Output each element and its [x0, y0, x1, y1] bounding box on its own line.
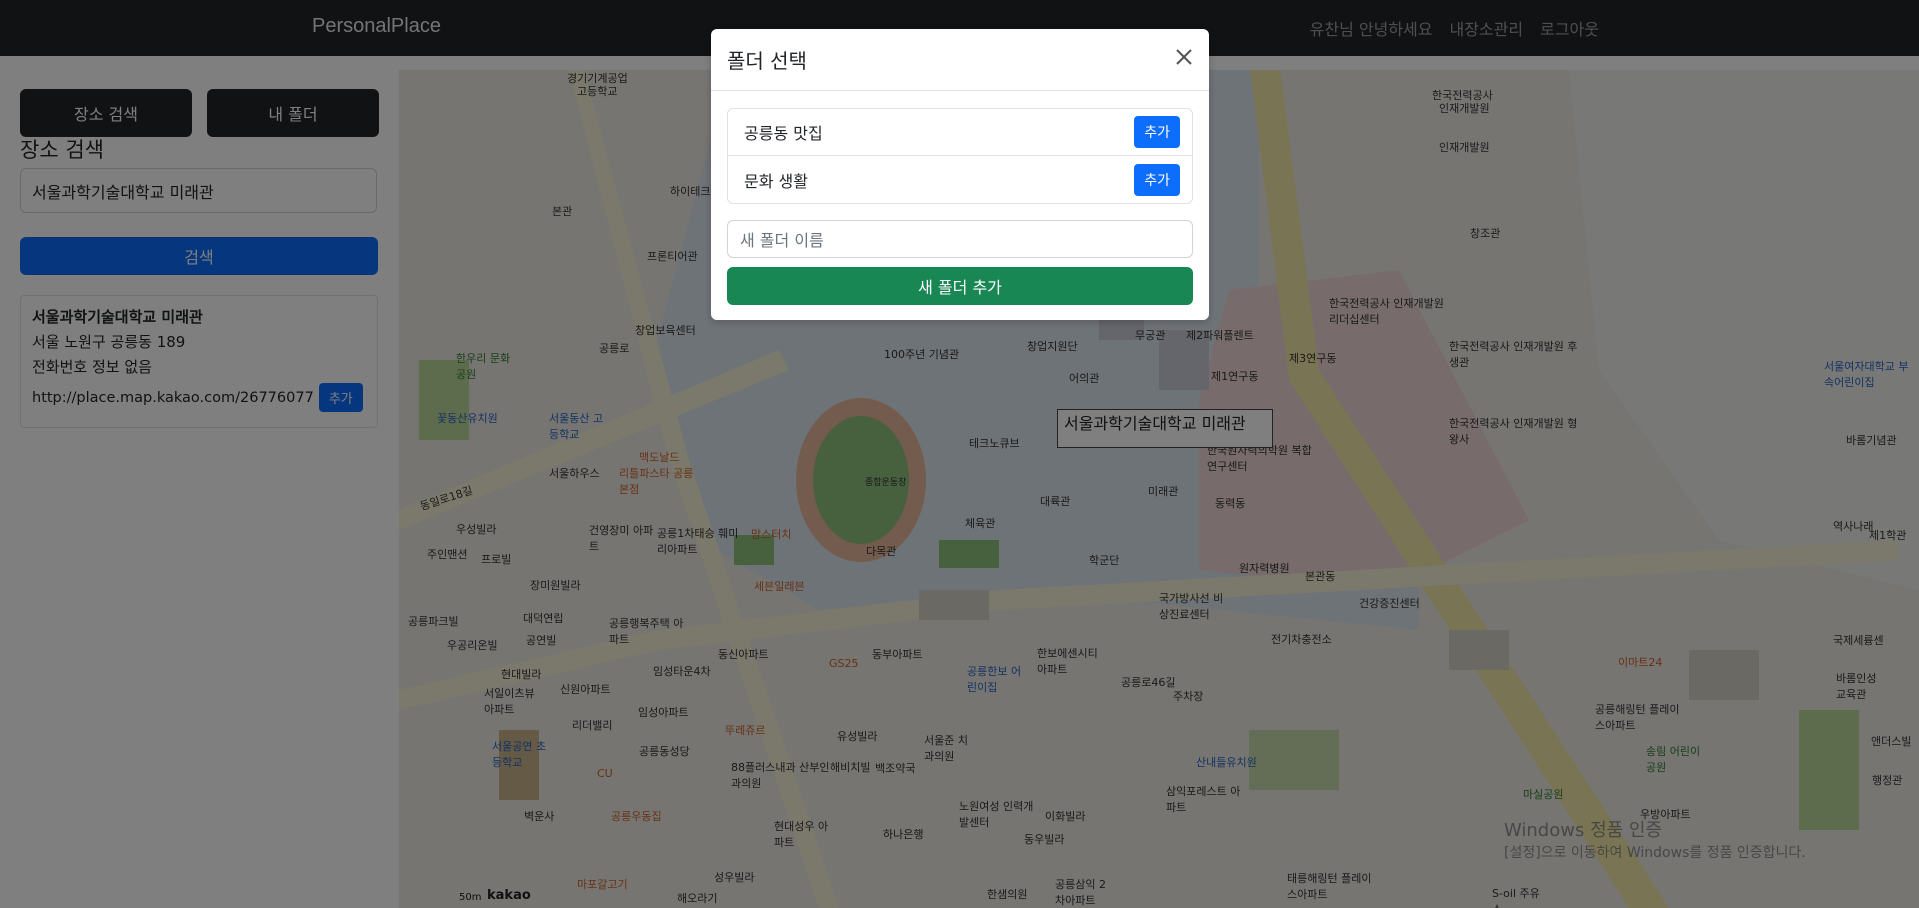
folder-item: 문화 생활 추가: [728, 156, 1192, 203]
modal-title: 폴더 선택: [727, 49, 807, 73]
folder-add-button[interactable]: 추가: [1134, 116, 1180, 148]
modal-header: 폴더 선택: [711, 29, 1209, 91]
folder-item: 공릉동 맛집 추가: [728, 109, 1192, 156]
close-icon[interactable]: [1173, 46, 1195, 68]
folder-select-modal: 폴더 선택 공릉동 맛집 추가 문화 생활 추가 새 폴더 이름 새 폴더 추가: [711, 29, 1209, 320]
folder-name: 공릉동 맛집: [744, 124, 823, 143]
add-new-folder-button[interactable]: 새 폴더 추가: [727, 267, 1193, 305]
folder-list: 공릉동 맛집 추가 문화 생활 추가: [727, 108, 1193, 204]
new-folder-name-input[interactable]: 새 폴더 이름: [727, 220, 1193, 258]
folder-add-button[interactable]: 추가: [1134, 163, 1180, 196]
folder-name: 문화 생활: [744, 171, 808, 191]
